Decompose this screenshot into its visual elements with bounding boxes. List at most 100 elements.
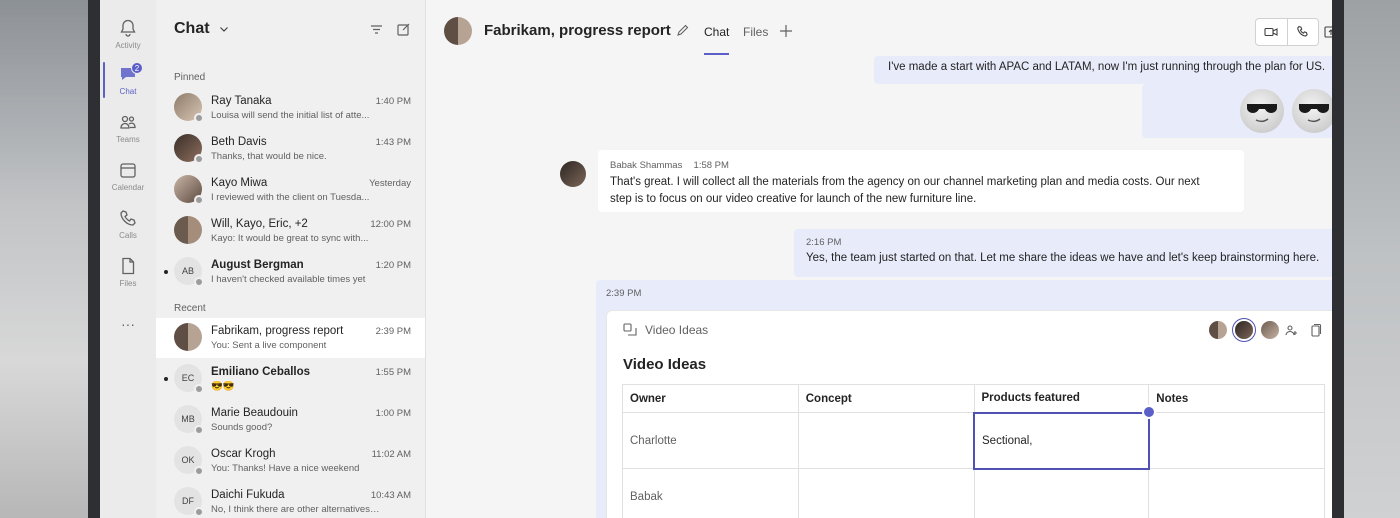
rail-teams[interactable]: Teams xyxy=(100,104,156,152)
rail-label: Calendar xyxy=(111,183,145,192)
chat-row-selected[interactable]: Fabrikam, progress report You: Sent a li… xyxy=(156,318,425,358)
column-header[interactable]: Concept xyxy=(797,384,975,413)
chat-row[interactable]: EC Emiliano Ceballos 😎😎 1:55 PM xyxy=(156,359,425,399)
message-time: 1:58 PM xyxy=(693,160,729,171)
more-apps-button[interactable]: ··· xyxy=(100,300,156,348)
chat-preview: Kayo: It would be great to sync with... xyxy=(211,233,369,244)
column-header[interactable]: Owner xyxy=(622,384,799,413)
conversation-title: Fabrikam, progress report xyxy=(484,22,671,39)
presence-status xyxy=(194,195,204,205)
table-cell[interactable] xyxy=(797,412,975,469)
chat-list-header[interactable]: Chat xyxy=(174,20,230,38)
cell-text: Sectional, xyxy=(982,434,1033,447)
chat-name: Fabrikam, progress report xyxy=(211,325,344,337)
rail-chat[interactable]: Chat 2 xyxy=(100,56,156,104)
avatar: EC xyxy=(174,364,204,394)
presence-status xyxy=(194,507,204,517)
avatar: MB xyxy=(174,405,204,435)
avatar-initials: EC xyxy=(181,373,195,383)
avatar-initials: DF xyxy=(182,496,194,506)
component-header[interactable]: Video Ideas xyxy=(623,323,708,337)
tab-files[interactable]: Files xyxy=(743,25,768,39)
chat-time: Yesterday xyxy=(369,178,411,189)
table-cell[interactable] xyxy=(973,468,1150,518)
avatar xyxy=(1261,321,1279,339)
avatar-initials: AB xyxy=(181,266,194,276)
chat-row[interactable]: AB August Bergman I haven't checked avai… xyxy=(156,252,425,292)
chat-row[interactable]: Beth Davis Thanks, that would be nice. 1… xyxy=(156,129,425,169)
presence-status xyxy=(194,384,204,394)
table-row: Babak xyxy=(622,468,1325,518)
chat-list-title: Chat xyxy=(174,20,210,37)
rail-files[interactable]: Files xyxy=(100,248,156,296)
rail-calls[interactable]: Calls xyxy=(100,200,156,248)
rail-label: Files xyxy=(119,279,137,288)
chat-time: 1:55 PM xyxy=(375,367,411,378)
chat-row[interactable]: OK Oscar Krogh You: Thanks! Have a nice … xyxy=(156,441,425,481)
message-time: 2:16 PM xyxy=(806,237,842,248)
share-people-icon[interactable] xyxy=(1284,323,1299,338)
presence-status xyxy=(194,154,204,164)
filter-icon[interactable] xyxy=(369,22,384,37)
chat-name: Beth Davis xyxy=(211,136,267,148)
table-cell[interactable]: Babak xyxy=(622,468,799,518)
add-tab-icon[interactable] xyxy=(779,24,793,38)
teams-window: Activity Chat 2 Teams Calendar Calls Fil… xyxy=(100,0,1332,518)
table-cell[interactable]: Charlotte xyxy=(622,412,799,469)
component-title: Video Ideas xyxy=(623,356,707,373)
avatar: OK xyxy=(174,446,204,476)
chat-name: Ray Tanaka xyxy=(211,95,272,107)
message-text: I've made a start with APAC and LATAM, n… xyxy=(888,61,1326,73)
column-header[interactable]: Products featured xyxy=(973,384,1150,413)
unread-dot xyxy=(164,270,168,274)
chat-preview: You: Thanks! Have a nice weekend xyxy=(211,463,360,474)
chat-name: Kayo Miwa xyxy=(211,177,268,189)
avatar-initials: OK xyxy=(181,455,195,465)
loop-component-card[interactable]: Video Ideas Video Ideas Owner Concept Pr… xyxy=(606,310,1332,518)
chat-time: 1:00 PM xyxy=(375,408,411,419)
pencil-icon[interactable] xyxy=(675,23,690,38)
video-ideas-table: Owner Concept Products featured Notes Ch… xyxy=(622,384,1325,518)
group-avatar xyxy=(174,216,202,244)
chat-row[interactable]: Kayo Miwa I reviewed with the client on … xyxy=(156,170,425,210)
rail-label: Chat xyxy=(119,87,137,96)
chat-row[interactable]: DF Daichi Fukuda No, I think there are o… xyxy=(156,482,425,518)
avatar: DF xyxy=(174,487,204,517)
video-call-button[interactable] xyxy=(1256,19,1287,45)
new-chat-icon[interactable] xyxy=(396,22,411,37)
chat-name: Oscar Krogh xyxy=(211,448,276,460)
sunglasses-icon xyxy=(1299,104,1329,123)
audio-call-button[interactable] xyxy=(1286,19,1319,45)
chat-row[interactable]: Ray Tanaka Louisa will send the initial … xyxy=(156,88,425,128)
chat-list-tools xyxy=(369,22,411,37)
collaborator-cursor-icon xyxy=(1141,404,1156,419)
table-cell-active[interactable]: Sectional, xyxy=(973,404,1156,470)
collaborator-avatars xyxy=(1209,321,1279,339)
rail-calendar[interactable]: Calendar xyxy=(100,152,156,200)
file-icon xyxy=(122,257,135,275)
avatar xyxy=(174,175,204,205)
chat-time: 11:02 AM xyxy=(371,449,411,460)
table-cell[interactable] xyxy=(1148,412,1325,469)
table-cell[interactable] xyxy=(797,468,975,518)
unread-dot xyxy=(164,377,168,381)
background-left xyxy=(0,0,100,518)
table-cell[interactable] xyxy=(1148,468,1325,518)
unread-badge: 2 xyxy=(131,62,143,74)
tab-chat[interactable]: Chat xyxy=(704,25,729,39)
component-name: Video Ideas xyxy=(645,323,709,337)
table-row: Charlotte Sectional, xyxy=(622,404,1325,470)
message-meta: Babak Shammas 1:58 PM xyxy=(610,159,1232,171)
column-header[interactable]: Notes xyxy=(1148,384,1325,413)
rail-activity[interactable]: Activity xyxy=(100,10,156,58)
avatar-initials: MB xyxy=(181,414,195,424)
app-rail: Activity Chat 2 Teams Calendar Calls Fil… xyxy=(100,0,156,518)
copy-icon[interactable] xyxy=(1308,323,1323,338)
chat-row[interactable]: Will, Kayo, Eric, +2 Kayo: It would be g… xyxy=(156,211,425,251)
chat-name: Will, Kayo, Eric, +2 xyxy=(211,218,308,230)
sunglasses-emoji-icon xyxy=(1240,89,1284,133)
share-screen-icon[interactable] xyxy=(1323,24,1332,40)
chat-row[interactable]: MB Marie Beaudouin Sounds good? 1:00 PM xyxy=(156,400,425,440)
avatar xyxy=(1209,321,1227,339)
table-header-row: Owner Concept Products featured Notes xyxy=(622,384,1325,413)
